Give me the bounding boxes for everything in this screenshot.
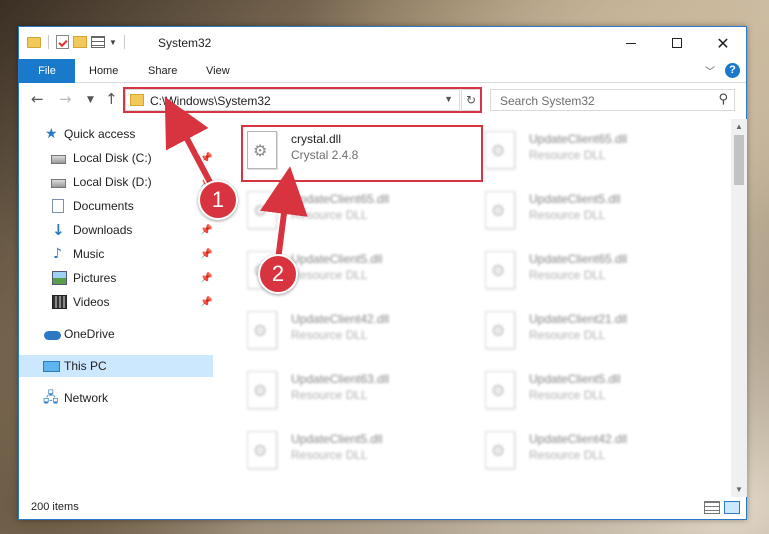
annotation-arrows [164,96,308,265]
annotation-marker-1: 1 [198,180,238,220]
arrow-1 [164,96,215,188]
annotation-marker-2: 2 [258,254,298,294]
